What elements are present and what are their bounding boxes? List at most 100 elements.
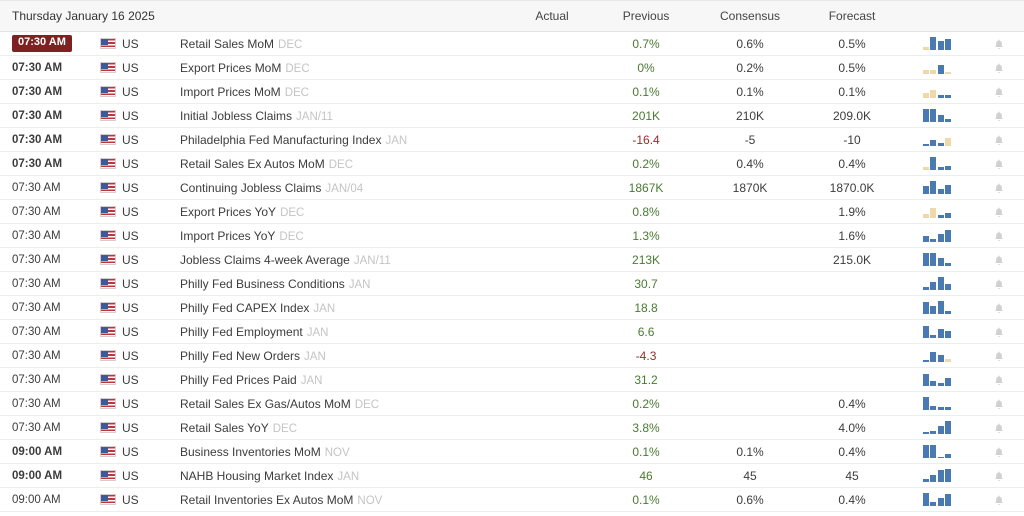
table-row[interactable]: 07:30 AM US Export Prices MoM DEC 0% 0.2% 0.5%	[0, 55, 1024, 80]
alert-bell-button[interactable]	[974, 487, 1024, 512]
sparkline-bar-chart-icon[interactable]	[900, 127, 975, 152]
table-row[interactable]: 07:30 AM US Philly Fed Business Conditions…	[0, 271, 1024, 296]
event-country[interactable]: US	[100, 391, 178, 416]
table-row[interactable]: 07:30 AM US Continuing Jobless Claims JAN/0…	[0, 175, 1024, 200]
event-country[interactable]: US	[100, 295, 178, 320]
sparkline-bar-chart-icon[interactable]	[900, 151, 975, 176]
alert-bell-button[interactable]	[974, 31, 1024, 56]
table-row[interactable]: 09:00 AM US Retail Inventories Ex Autos Mo…	[0, 487, 1024, 512]
table-row[interactable]: 07:30 AM US Philly Fed CAPEX Index JAN 18.8	[0, 295, 1024, 320]
table-row[interactable]: 07:30 AM US Philly Fed New Orders JAN -4.3	[0, 343, 1024, 368]
sparkline-bar-chart-icon[interactable]	[900, 319, 975, 344]
alert-bell-button[interactable]	[974, 391, 1024, 416]
alert-bell-button[interactable]	[974, 223, 1024, 248]
event-name[interactable]: Export Prices MoM DEC	[178, 55, 509, 80]
column-header-consensus[interactable]: Consensus	[696, 0, 805, 32]
event-country[interactable]: US	[100, 79, 178, 104]
event-country[interactable]: US	[100, 487, 178, 512]
table-row[interactable]: 07:30 AM US Import Prices MoM DEC 0.1% 0.1% 0.…	[0, 79, 1024, 104]
event-name[interactable]: Retail Sales MoM DEC	[178, 31, 509, 56]
event-country[interactable]: US	[100, 127, 178, 152]
table-row[interactable]: 07:30 AM US Retail Sales MoM DEC 0.7% 0.6% 0.5…	[0, 31, 1024, 56]
event-country[interactable]: US	[100, 319, 178, 344]
table-row[interactable]: 07:30 AM US Initial Jobless Claims JAN/11 20…	[0, 103, 1024, 128]
sparkline-bar-chart-icon[interactable]	[900, 175, 975, 200]
event-country[interactable]: US	[100, 175, 178, 200]
column-header-previous[interactable]: Previous	[596, 0, 697, 32]
sparkline-bar-chart-icon[interactable]	[900, 223, 975, 248]
sparkline-bar-chart-icon[interactable]	[900, 31, 975, 56]
alert-bell-button[interactable]	[974, 319, 1024, 344]
event-country[interactable]: US	[100, 439, 178, 464]
event-name[interactable]: Retail Sales Ex Gas/Autos MoM DEC	[178, 391, 509, 416]
event-name[interactable]: Continuing Jobless Claims JAN/04	[178, 175, 509, 200]
table-row[interactable]: 09:00 AM US NAHB Housing Market Index JAN 46…	[0, 463, 1024, 488]
event-country[interactable]: US	[100, 271, 178, 296]
event-country[interactable]: US	[100, 151, 178, 176]
event-name[interactable]: Philly Fed New Orders JAN	[178, 343, 509, 368]
table-row[interactable]: 07:30 AM US Retail Sales Ex Gas/Autos MoM D…	[0, 391, 1024, 416]
alert-bell-button[interactable]	[974, 415, 1024, 440]
column-header-actual[interactable]: Actual	[508, 0, 597, 32]
alert-bell-button[interactable]	[974, 439, 1024, 464]
sparkline-bar-chart-icon[interactable]	[900, 439, 975, 464]
event-name[interactable]: Import Prices MoM DEC	[178, 79, 509, 104]
alert-bell-button[interactable]	[974, 127, 1024, 152]
sparkline-bar-chart-icon[interactable]	[900, 415, 975, 440]
event-name[interactable]: Philly Fed Business Conditions JAN	[178, 271, 509, 296]
table-row[interactable]: 07:30 AM US Philly Fed Employment JAN 6.6	[0, 319, 1024, 344]
table-row[interactable]: 07:30 AM US Export Prices YoY DEC 0.8% 1.9%	[0, 199, 1024, 224]
event-name[interactable]: Retail Inventories Ex Autos MoM NOV	[178, 487, 509, 512]
sparkline-bar-chart-icon[interactable]	[900, 487, 975, 512]
alert-bell-button[interactable]	[974, 199, 1024, 224]
sparkline-bar-chart-icon[interactable]	[900, 103, 975, 128]
table-row[interactable]: 07:30 AM US Philly Fed Prices Paid JAN 31.2	[0, 367, 1024, 392]
table-row[interactable]: 07:30 AM US Import Prices YoY DEC 1.3% 1.6%	[0, 223, 1024, 248]
alert-bell-button[interactable]	[974, 295, 1024, 320]
event-country[interactable]: US	[100, 223, 178, 248]
event-country[interactable]: US	[100, 343, 178, 368]
event-name[interactable]: Philadelphia Fed Manufacturing Index JAN	[178, 127, 509, 152]
alert-bell-button[interactable]	[974, 367, 1024, 392]
event-country[interactable]: US	[100, 247, 178, 272]
alert-bell-button[interactable]	[974, 79, 1024, 104]
event-country[interactable]: US	[100, 415, 178, 440]
sparkline-bar-chart-icon[interactable]	[900, 199, 975, 224]
event-country[interactable]: US	[100, 367, 178, 392]
alert-bell-button[interactable]	[974, 463, 1024, 488]
event-name[interactable]: Import Prices YoY DEC	[178, 223, 509, 248]
alert-bell-button[interactable]	[974, 247, 1024, 272]
table-row[interactable]: 09:00 AM US Business Inventories MoM NOV 0.1…	[0, 439, 1024, 464]
event-country[interactable]: US	[100, 199, 178, 224]
event-name[interactable]: NAHB Housing Market Index JAN	[178, 463, 509, 488]
alert-bell-button[interactable]	[974, 103, 1024, 128]
table-row[interactable]: 07:30 AM US Jobless Claims 4-week Average J…	[0, 247, 1024, 272]
event-name[interactable]: Philly Fed Employment JAN	[178, 319, 509, 344]
event-name[interactable]: Initial Jobless Claims JAN/11	[178, 103, 509, 128]
sparkline-bar-chart-icon[interactable]	[900, 55, 975, 80]
table-row[interactable]: 07:30 AM US Retail Sales Ex Autos MoM DEC 0.…	[0, 151, 1024, 176]
sparkline-bar-chart-icon[interactable]	[900, 343, 975, 368]
event-name[interactable]: Jobless Claims 4-week Average JAN/11	[178, 247, 509, 272]
sparkline-bar-chart-icon[interactable]	[900, 367, 975, 392]
event-name[interactable]: Retail Sales Ex Autos MoM DEC	[178, 151, 509, 176]
event-name[interactable]: Retail Sales YoY DEC	[178, 415, 509, 440]
sparkline-bar-chart-icon[interactable]	[900, 463, 975, 488]
alert-bell-button[interactable]	[974, 271, 1024, 296]
sparkline-bar-chart-icon[interactable]	[900, 247, 975, 272]
sparkline-bar-chart-icon[interactable]	[900, 295, 975, 320]
alert-bell-button[interactable]	[974, 55, 1024, 80]
event-name[interactable]: Philly Fed Prices Paid JAN	[178, 367, 509, 392]
table-row[interactable]: 07:30 AM US Retail Sales YoY DEC 3.8% 4.0%	[0, 415, 1024, 440]
event-name[interactable]: Philly Fed CAPEX Index JAN	[178, 295, 509, 320]
event-country[interactable]: US	[100, 55, 178, 80]
event-country[interactable]: US	[100, 463, 178, 488]
event-country[interactable]: US	[100, 103, 178, 128]
event-name[interactable]: Business Inventories MoM NOV	[178, 439, 509, 464]
sparkline-bar-chart-icon[interactable]	[900, 391, 975, 416]
alert-bell-button[interactable]	[974, 175, 1024, 200]
event-country[interactable]: US	[100, 31, 178, 56]
sparkline-bar-chart-icon[interactable]	[900, 79, 975, 104]
table-row[interactable]: 07:30 AM US Philadelphia Fed Manufacturing…	[0, 127, 1024, 152]
event-name[interactable]: Export Prices YoY DEC	[178, 199, 509, 224]
